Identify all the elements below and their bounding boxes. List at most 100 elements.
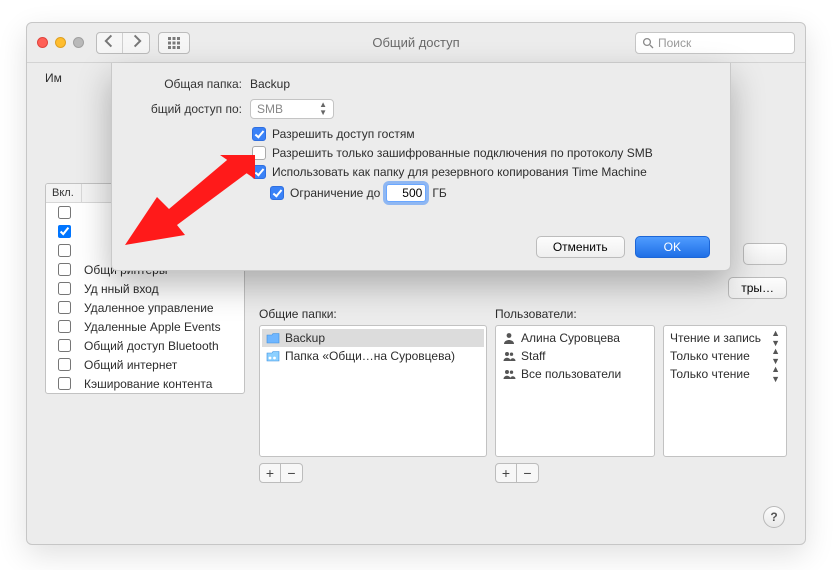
- sheet-options: Разрешить доступ гостям Разрешить только…: [252, 127, 710, 202]
- users-list[interactable]: Алина Суровцева Staff Все пользователи: [496, 326, 654, 456]
- permission-label: Чтение и запись: [670, 331, 761, 345]
- opt-timemachine[interactable]: Использовать как папку для резервного ко…: [252, 165, 710, 179]
- shared-folders-pane: Backup Папка «Общи…на Суровцева): [259, 325, 487, 457]
- service-checkbox[interactable]: [58, 339, 71, 352]
- service-label: Удаленные Apple Events: [82, 320, 244, 334]
- person-icon: [502, 331, 516, 345]
- opt-encrypted[interactable]: Разрешить только зашифрованные подключен…: [252, 146, 710, 160]
- remove-folder-button[interactable]: −: [281, 463, 303, 483]
- permission-item[interactable]: Только чтение ▲▼: [666, 347, 784, 365]
- user-name: Алина Суровцева: [521, 331, 620, 345]
- forward-button[interactable]: [123, 33, 149, 53]
- ok-button[interactable]: OK: [635, 236, 710, 258]
- help-button[interactable]: ?: [763, 506, 785, 528]
- users-pane: Алина Суровцева Staff Все пользователи: [495, 325, 655, 457]
- search-input[interactable]: [658, 36, 788, 50]
- window-controls: [37, 37, 84, 48]
- service-checkbox[interactable]: [58, 244, 71, 257]
- service-row[interactable]: Удаленные Apple Events: [46, 317, 244, 336]
- folder-shared-icon: [266, 349, 280, 363]
- chevron-updown-icon: ▲▼: [771, 346, 780, 366]
- sheet-folder-value: Backup: [250, 77, 290, 91]
- opt-guest[interactable]: Разрешить доступ гостям: [252, 127, 710, 141]
- folder-item[interactable]: Backup: [262, 329, 484, 347]
- titlebar: Общий доступ: [27, 23, 805, 63]
- service-row[interactable]: Уд нный вход: [46, 279, 244, 298]
- limit-input[interactable]: [386, 184, 426, 202]
- user-item[interactable]: Алина Суровцева: [498, 329, 652, 347]
- search-field[interactable]: [635, 32, 795, 54]
- folders-label: Общие папки:: [259, 307, 487, 321]
- service-row[interactable]: Кэширование контента: [46, 374, 244, 393]
- service-checkbox[interactable]: [58, 263, 71, 276]
- folder-name: Папка «Общи…на Суровцева): [285, 349, 455, 363]
- cancel-button[interactable]: Отменить: [536, 236, 625, 258]
- chevron-right-icon: [129, 34, 143, 48]
- permissions-pane: Чтение и запись▲▼Только чтение▲▼Только ч…: [663, 325, 787, 457]
- sheet-folder-label: Общая папка:: [132, 77, 242, 91]
- chevron-updown-icon: ▲▼: [771, 328, 780, 348]
- nav-back-forward: [96, 32, 150, 54]
- permission-label: Только чтение: [670, 367, 750, 381]
- service-checkbox[interactable]: [58, 282, 71, 295]
- user-item[interactable]: Staff: [498, 347, 652, 365]
- service-row[interactable]: Удаленное управление: [46, 298, 244, 317]
- options-button-trunc[interactable]: тры…: [728, 277, 787, 299]
- grid-icon: [167, 36, 181, 50]
- encrypted-checkbox[interactable]: [252, 146, 266, 160]
- group-icon: [502, 367, 516, 381]
- timemachine-checkbox[interactable]: [252, 165, 266, 179]
- limit-checkbox[interactable]: [270, 186, 284, 200]
- service-label: Общий доступ Bluetooth: [82, 339, 244, 353]
- user-name: Staff: [521, 349, 545, 363]
- service-checkbox[interactable]: [58, 301, 71, 314]
- add-folder-button[interactable]: +: [259, 463, 281, 483]
- permission-item[interactable]: Чтение и запись ▲▼: [666, 329, 784, 347]
- chevron-updown-icon: ▲▼: [771, 364, 780, 384]
- add-user-button[interactable]: +: [495, 463, 517, 483]
- service-label: Кэширование контента: [82, 377, 244, 391]
- guest-label: Разрешить доступ гостям: [272, 127, 415, 141]
- prefs-window: Общий доступ Им Вкл. Общи ринтерыУд нный…: [26, 22, 806, 545]
- protocol-value: SMB: [257, 102, 283, 116]
- opt-limit[interactable]: Ограничение до ГБ: [270, 184, 710, 202]
- search-icon: [642, 37, 654, 49]
- service-checkbox[interactable]: [58, 377, 71, 390]
- service-row[interactable]: Общий интернет: [46, 355, 244, 374]
- service-label: Общий интернет: [82, 358, 244, 372]
- edit-button-trunc[interactable]: [743, 243, 787, 265]
- permission-label: Только чтение: [670, 349, 750, 363]
- service-checkbox[interactable]: [58, 358, 71, 371]
- folder-item[interactable]: Папка «Общи…на Суровцева): [262, 347, 484, 365]
- panes: Общие папки: Backup Папка «Общи…на Суровц…: [259, 307, 787, 483]
- remove-user-button[interactable]: −: [517, 463, 539, 483]
- encrypted-label: Разрешить только зашифрованные подключен…: [272, 146, 653, 160]
- minimize-window-button[interactable]: [55, 37, 66, 48]
- group-icon: [502, 349, 516, 363]
- back-button[interactable]: [97, 33, 123, 53]
- folder-name: Backup: [285, 331, 325, 345]
- user-item[interactable]: Все пользователи: [498, 365, 652, 383]
- perms-list[interactable]: Чтение и запись▲▼Только чтение▲▼Только ч…: [664, 326, 786, 456]
- service-checkbox[interactable]: [58, 320, 71, 333]
- service-checkbox[interactable]: [58, 225, 71, 238]
- zoom-window-button[interactable]: [73, 37, 84, 48]
- folder-icon: [266, 331, 280, 345]
- guest-checkbox[interactable]: [252, 127, 266, 141]
- timemachine-label: Использовать как папку для резервного ко…: [272, 165, 647, 179]
- folder-options-sheet: Общая папка: Backup бщий доступ по: SMB …: [111, 63, 731, 271]
- service-label: Удаленное управление: [82, 301, 244, 315]
- users-label: Пользователи:: [495, 307, 655, 321]
- service-row[interactable]: Общий доступ Bluetooth: [46, 336, 244, 355]
- protocol-select[interactable]: SMB ▲▼: [250, 99, 334, 119]
- permission-item[interactable]: Только чтение ▲▼: [666, 365, 784, 383]
- col-on: Вкл.: [46, 184, 82, 202]
- service-checkbox[interactable]: [58, 206, 71, 219]
- folders-list[interactable]: Backup Папка «Общи…на Суровцева): [260, 326, 486, 456]
- service-label: Уд нный вход: [82, 282, 244, 296]
- close-window-button[interactable]: [37, 37, 48, 48]
- limit-suffix: ГБ: [432, 186, 446, 200]
- limit-prefix: Ограничение до: [290, 186, 380, 200]
- computer-name-label: Им: [45, 71, 62, 85]
- show-all-button[interactable]: [158, 32, 190, 54]
